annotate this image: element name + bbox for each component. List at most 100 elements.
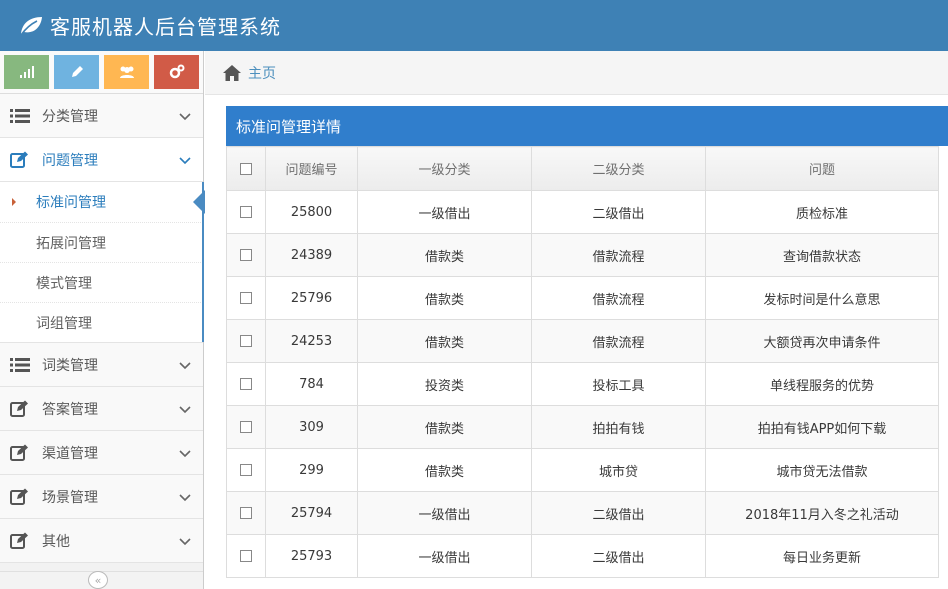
row-select-cell [226, 319, 266, 363]
table-cell: 借款类 [357, 233, 532, 277]
sidebar-item-category[interactable]: 分类管理 [0, 94, 203, 138]
shortcut-edit-button[interactable] [54, 55, 99, 89]
column-header[interactable]: 一级分类 [357, 146, 532, 191]
table-cell: 309 [265, 405, 358, 449]
submenu-item-label: 模式管理 [36, 275, 92, 292]
table-cell: 发标时间是什么意思 [705, 276, 939, 320]
table-row[interactable]: 25793 一级借出 二级借出 每日业务更新 [226, 534, 939, 578]
row-select-cell [226, 491, 266, 535]
row-checkbox[interactable] [240, 464, 252, 476]
sidebar-item-label: 答案管理 [42, 401, 98, 418]
sidebar-item-questions[interactable]: 问题管理 [0, 138, 203, 182]
edit-icon [10, 400, 30, 417]
row-checkbox[interactable] [240, 550, 252, 562]
table-cell: 借款流程 [531, 276, 706, 320]
table-cell: 2018年11月入冬之礼活动 [705, 491, 939, 535]
submenu-questions: 标准问管理 拓展问管理 模式管理 词组管理 [0, 182, 205, 343]
chevron-down-icon [179, 493, 191, 501]
table-cell: 借款类 [357, 319, 532, 363]
column-header[interactable]: 问题编号 [265, 146, 358, 191]
sidebar-item-wordclass[interactable]: 词类管理 [0, 343, 203, 387]
edit-icon [10, 151, 30, 168]
submenu-item-standard-questions[interactable]: 标准问管理 [0, 182, 205, 222]
table-cell: 25793 [265, 534, 358, 578]
table-cell: 784 [265, 362, 358, 406]
questions-table: 问题编号 一级分类 二级分类 问题 25800 一级借出 二级借出 质检标准 24389… [226, 146, 939, 578]
table-cell: 25794 [265, 491, 358, 535]
row-select-cell [226, 233, 266, 277]
table-row[interactable]: 309 借款类 拍拍有钱 拍拍有钱APP如何下载 [226, 405, 939, 449]
sidebar-item-label: 问题管理 [42, 152, 98, 169]
standard-questions-panel: 标准问管理详情 问题编号 一级分类 二级分类 问题 25800 一级借出 二级借出质… [226, 106, 948, 589]
table-row[interactable]: 24389 借款类 借款流程 查询借款状态 [226, 233, 939, 277]
sidebar-item-label: 渠道管理 [42, 445, 98, 462]
users-icon [119, 66, 134, 78]
table-cell: 大额贷再次申请条件 [705, 319, 939, 363]
row-checkbox[interactable] [240, 421, 252, 433]
table-cell: 二级借出 [531, 534, 706, 578]
table-cell: 拍拍有钱APP如何下载 [705, 405, 939, 449]
edit-icon [10, 532, 30, 549]
select-all-cell [226, 146, 266, 191]
table-cell: 单线程服务的优势 [705, 362, 939, 406]
table-cell: 查询借款状态 [705, 233, 939, 277]
cogs-icon [169, 64, 184, 79]
shortcut-users-button[interactable] [104, 55, 149, 89]
table-cell: 投标工具 [531, 362, 706, 406]
table-row[interactable]: 25794 一级借出 二级借出 2018年11月入冬之礼活动 [226, 491, 939, 535]
list-icon [10, 357, 30, 373]
table-cell: 二级借出 [531, 491, 706, 535]
row-checkbox[interactable] [240, 206, 252, 218]
table-row[interactable]: 25800 一级借出 二级借出 质检标准 [226, 190, 939, 234]
sidebar-item-other[interactable]: 其他 [0, 519, 203, 563]
table-cell: 质检标准 [705, 190, 939, 234]
submenu-item-extended-questions[interactable]: 拓展问管理 [0, 222, 203, 262]
submenu-item-patterns[interactable]: 模式管理 [0, 262, 203, 302]
table-header-row: 问题编号 一级分类 二级分类 问题 [226, 146, 939, 191]
chevron-down-icon [179, 405, 191, 413]
table-cell: 借款流程 [531, 319, 706, 363]
shortcut-stats-button[interactable] [4, 55, 49, 89]
row-checkbox[interactable] [240, 335, 252, 347]
row-checkbox[interactable] [240, 378, 252, 390]
table-cell: 借款类 [357, 276, 532, 320]
breadcrumb-home-link[interactable]: 主页 [248, 63, 276, 83]
select-all-checkbox[interactable] [240, 162, 252, 175]
table-row[interactable]: 25796 借款类 借款流程 发标时间是什么意思 [226, 276, 939, 320]
row-checkbox[interactable] [240, 292, 252, 304]
table-cell: 299 [265, 448, 358, 492]
list-icon [10, 108, 30, 124]
table-cell: 拍拍有钱 [531, 405, 706, 449]
top-navbar: 客服机器人后台管理系统 [0, 0, 948, 51]
table-cell: 一级借出 [357, 491, 532, 535]
table-row[interactable]: 299 借款类 城市贷 城市贷无法借款 [226, 448, 939, 492]
sidebar-item-answers[interactable]: 答案管理 [0, 387, 203, 431]
table-cell: 城市贷无法借款 [705, 448, 939, 492]
shortcut-settings-button[interactable] [154, 55, 199, 89]
chevron-down-icon [179, 361, 191, 369]
row-select-cell [226, 276, 266, 320]
double-chevron-left-icon[interactable]: « [88, 571, 108, 589]
table-cell: 一级借出 [357, 534, 532, 578]
submenu-item-phrases[interactable]: 词组管理 [0, 302, 203, 342]
table-cell: 一级借出 [357, 190, 532, 234]
table-row[interactable]: 24253 借款类 借款流程 大额贷再次申请条件 [226, 319, 939, 363]
table-cell: 25796 [265, 276, 358, 320]
sidebar: 分类管理 问题管理 标准问管理 拓展问管理 模式管理 词组管理 词类管理 答案管… [0, 51, 205, 589]
table-cell: 城市贷 [531, 448, 706, 492]
sidebar-item-channels[interactable]: 渠道管理 [0, 431, 203, 475]
table-row[interactable]: 784 投资类 投标工具 单线程服务的优势 [226, 362, 939, 406]
table-cell: 借款类 [357, 448, 532, 492]
column-header[interactable]: 二级分类 [531, 146, 706, 191]
signal-icon [19, 66, 34, 78]
table-cell: 24389 [265, 233, 358, 277]
submenu-item-label: 拓展问管理 [36, 235, 106, 252]
row-checkbox[interactable] [240, 507, 252, 519]
submenu-item-label: 词组管理 [36, 315, 92, 332]
column-header[interactable]: 问题 [705, 146, 939, 191]
sidebar-item-scenes[interactable]: 场景管理 [0, 475, 203, 519]
table-cell: 每日业务更新 [705, 534, 939, 578]
chevron-down-icon [179, 156, 191, 164]
row-checkbox[interactable] [240, 249, 252, 261]
sidebar-item-label: 场景管理 [42, 489, 98, 506]
